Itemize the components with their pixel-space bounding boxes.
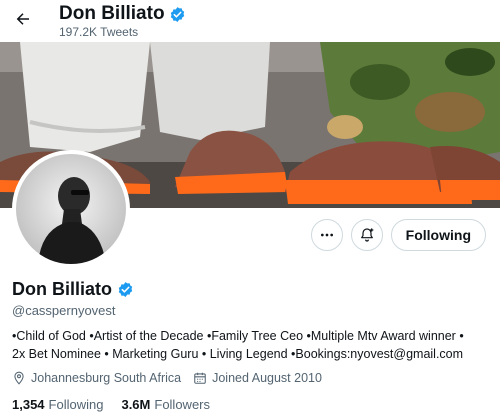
follow-stats: 1,354 Following 3.6M Followers [12, 397, 210, 412]
profile-handle: @casspernyovest [12, 303, 116, 318]
profile-header: Don Billiato 197.2K Tweets [0, 0, 500, 42]
bell-plus-icon [360, 228, 374, 242]
profile-name-row: Don Billiato [12, 279, 134, 300]
header-title: Don Billiato [59, 3, 165, 24]
header-title-row: Don Billiato [59, 3, 186, 25]
profile-bio: •Child of God •Artist of the Decade •Fam… [12, 327, 488, 363]
followers-label: Followers [154, 397, 210, 412]
avatar-image [16, 154, 126, 264]
location-text: Johannesburg South Africa [31, 371, 182, 385]
followers-count: 3.6M [121, 397, 151, 412]
notifications-button[interactable] [350, 219, 383, 251]
profile-meta: Johannesburg South Africa Joined August … [12, 371, 322, 385]
joined-item: Joined August 2010 [193, 371, 322, 385]
profile-actions: Following [310, 219, 486, 251]
back-button[interactable] [10, 6, 36, 32]
more-button[interactable] [310, 219, 343, 251]
more-horizontal-icon [320, 233, 333, 237]
location-pin-icon [14, 371, 24, 385]
following-link[interactable]: 1,354 Following [12, 397, 103, 412]
bio-line: 2x Bet Nominee • Marketing Guru • Living… [12, 347, 464, 361]
calendar-icon [194, 372, 206, 384]
following-label: Following [48, 397, 104, 412]
location-item: Johannesburg South Africa [12, 371, 181, 385]
profile-name: Don Billiato [12, 279, 112, 299]
following-button[interactable]: Following [390, 219, 486, 251]
followers-link[interactable]: 3.6M Followers [121, 397, 210, 412]
arrow-left-icon [16, 13, 29, 25]
bio-line: •Child of God •Artist of the Decade •Fam… [12, 329, 464, 343]
tweet-count: 197.2K Tweets [59, 25, 139, 39]
following-count: 1,354 [12, 397, 45, 412]
avatar[interactable] [12, 150, 130, 268]
verified-badge-icon [170, 6, 184, 22]
verified-badge-icon [118, 282, 133, 297]
joined-text: Joined August 2010 [212, 371, 322, 385]
